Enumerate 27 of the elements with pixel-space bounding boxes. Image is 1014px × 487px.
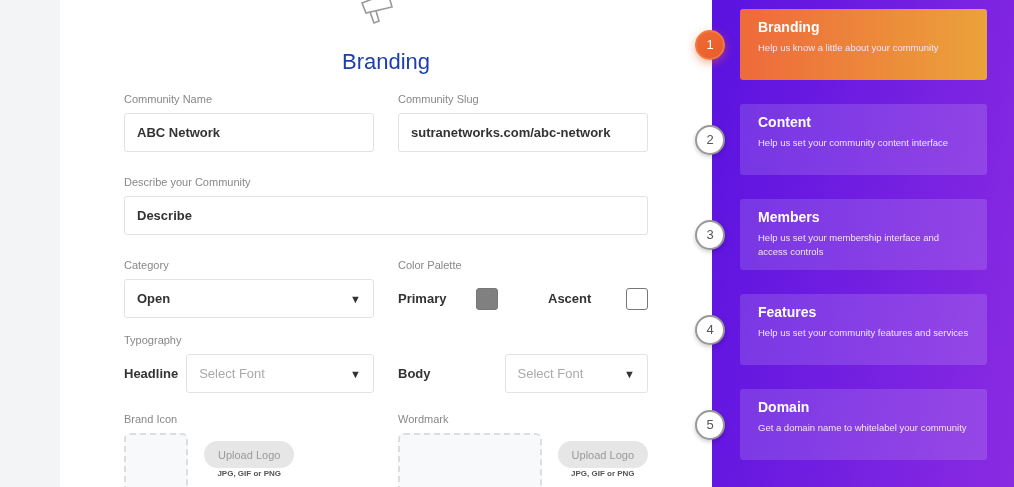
step-card[interactable]: Features Help us set your community features and services [740,294,987,365]
field-label: Typography [124,334,183,348]
color-swatch[interactable] [626,287,648,310]
file-hint: JPG, GIF or PNG [217,469,281,478]
input-field[interactable]: ABC Network [124,113,374,152]
field-label: Color Palette [398,259,463,273]
field-label: Describe your Community [124,176,252,190]
swatch-label: Ascent [548,291,592,306]
category-dropdown[interactable]: Open ▼ [124,279,374,318]
file-hint: JPG, GIF or PNG [571,469,635,478]
field-label: Community Slug [398,93,480,107]
font-dropdown[interactable]: Select Font ▼ [504,354,648,393]
font-label: Headline [124,366,179,381]
step-card[interactable]: Domain Get a domain name to whitelabel your community [740,389,987,460]
field-label: Category [124,259,170,273]
field-label: Community Name [124,93,214,107]
swatch-label: Primary [398,291,447,306]
field-label: Brand Icon [124,413,179,427]
input-field[interactable]: sutranetworks.com/abc-network [398,113,648,152]
step-card[interactable]: Content Help us set your community content interface [740,104,987,175]
color-swatch[interactable] [476,287,498,310]
input-field[interactable]: Describe [124,196,648,235]
form-title: Branding [340,49,432,75]
font-dropdown[interactable]: Select Font ▼ [186,354,374,393]
font-label: Body [398,366,431,381]
field-label: Wordmark [398,413,450,427]
step-card[interactable]: Members Help us set your membership interface and access controls [740,199,987,270]
